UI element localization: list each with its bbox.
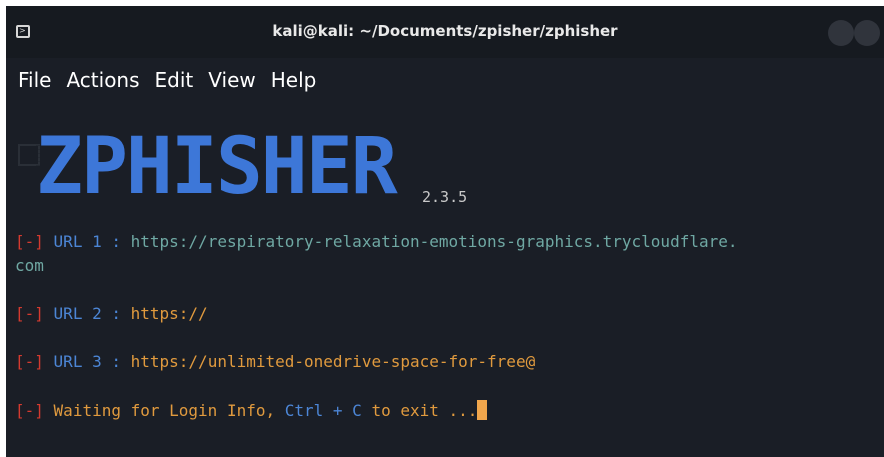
menu-bar: File Actions Edit View Help — [6, 58, 884, 102]
url3-value: https://unlimited-onedrive-space-for-fre… — [130, 352, 536, 371]
url1-line-wrap: com — [15, 256, 44, 276]
url3-line: [-] URL 3 : https://unlimited-onedrive-s… — [15, 352, 535, 372]
zphisher-banner: ZPHISHER — [36, 124, 426, 210]
line-bracket: [-] — [15, 352, 44, 371]
terminal-cursor — [477, 400, 488, 420]
terminal-window: > kali@kali: ~/Documents/zpisher/zphishe… — [6, 6, 884, 457]
line-bracket: [-] — [15, 232, 44, 251]
maximize-button[interactable] — [854, 20, 880, 46]
menu-view[interactable]: View — [208, 68, 255, 92]
title-bar[interactable]: > kali@kali: ~/Documents/zpisher/zphishe… — [6, 6, 884, 58]
url1-label: URL 1 : — [53, 232, 121, 251]
url3-label: URL 3 : — [53, 352, 121, 371]
url2-value: https:// — [130, 304, 208, 323]
url1-line: [-] URL 1 : https://respiratory-relaxati… — [15, 232, 738, 252]
status-text-before: Waiting for Login Info, — [53, 401, 276, 420]
version-label: 2.3.5 — [422, 188, 468, 206]
url1-value: https://respiratory-relaxation-emotions-… — [130, 232, 738, 251]
menu-help[interactable]: Help — [271, 68, 317, 92]
status-line: [-] Waiting for Login Info, Ctrl + C to … — [15, 400, 488, 421]
menu-actions[interactable]: Actions — [66, 68, 139, 92]
status-text-after: to exit ... — [371, 401, 478, 420]
line-bracket: [-] — [15, 401, 44, 420]
line-bracket: [-] — [15, 304, 44, 323]
minimize-button[interactable] — [828, 20, 854, 46]
menu-file[interactable]: File — [18, 68, 51, 92]
menu-edit[interactable]: Edit — [155, 68, 194, 92]
url2-label: URL 2 : — [53, 304, 121, 323]
zphisher-logo: ZPHISHER — [36, 122, 398, 212]
url2-line: [-] URL 2 : https:// — [15, 304, 208, 324]
shortcut-text: Ctrl + C — [284, 401, 362, 420]
url1-value-wrap: com — [15, 256, 44, 275]
window-title: kali@kali: ~/Documents/zpisher/zphisher — [272, 22, 618, 40]
